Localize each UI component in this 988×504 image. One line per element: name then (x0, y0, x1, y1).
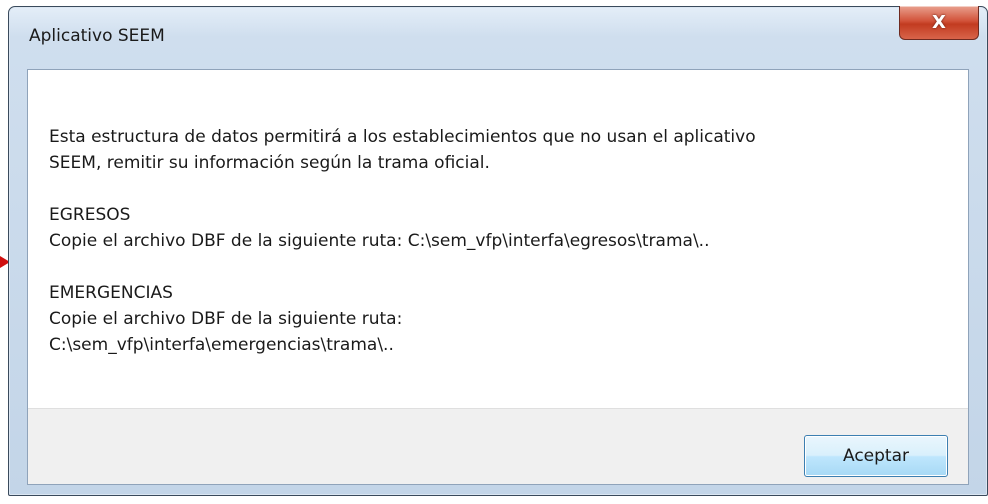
close-button[interactable]: X (899, 6, 979, 40)
intro-line-1: Esta estructura de datos permitirá a los… (49, 127, 756, 147)
accept-button[interactable]: Aceptar (804, 435, 948, 477)
egresos-instructions: Copie el archivo DBF de la siguiente rut… (49, 231, 710, 251)
message-body: Esta estructura de datos permitirá a los… (49, 124, 949, 358)
dialog-window: Aplicativo SEEM X Esta estructura de dat… (8, 6, 988, 496)
intro-line-2: SEEM, remitir su información según la tr… (49, 153, 490, 173)
dialog-client-area: Esta estructura de datos permitirá a los… (27, 69, 969, 485)
close-icon: X (932, 11, 946, 33)
egresos-heading: EGRESOS (49, 205, 131, 225)
window-title: Aplicativo SEEM (29, 26, 165, 46)
emergencias-heading: EMERGENCIAS (49, 283, 173, 303)
emergencias-instructions: Copie el archivo DBF de la siguiente rut… (49, 309, 403, 329)
dialog-footer: Aceptar (28, 408, 968, 484)
emergencias-path: C:\sem_vfp\interfa\emergencias\trama\.. (49, 335, 394, 355)
